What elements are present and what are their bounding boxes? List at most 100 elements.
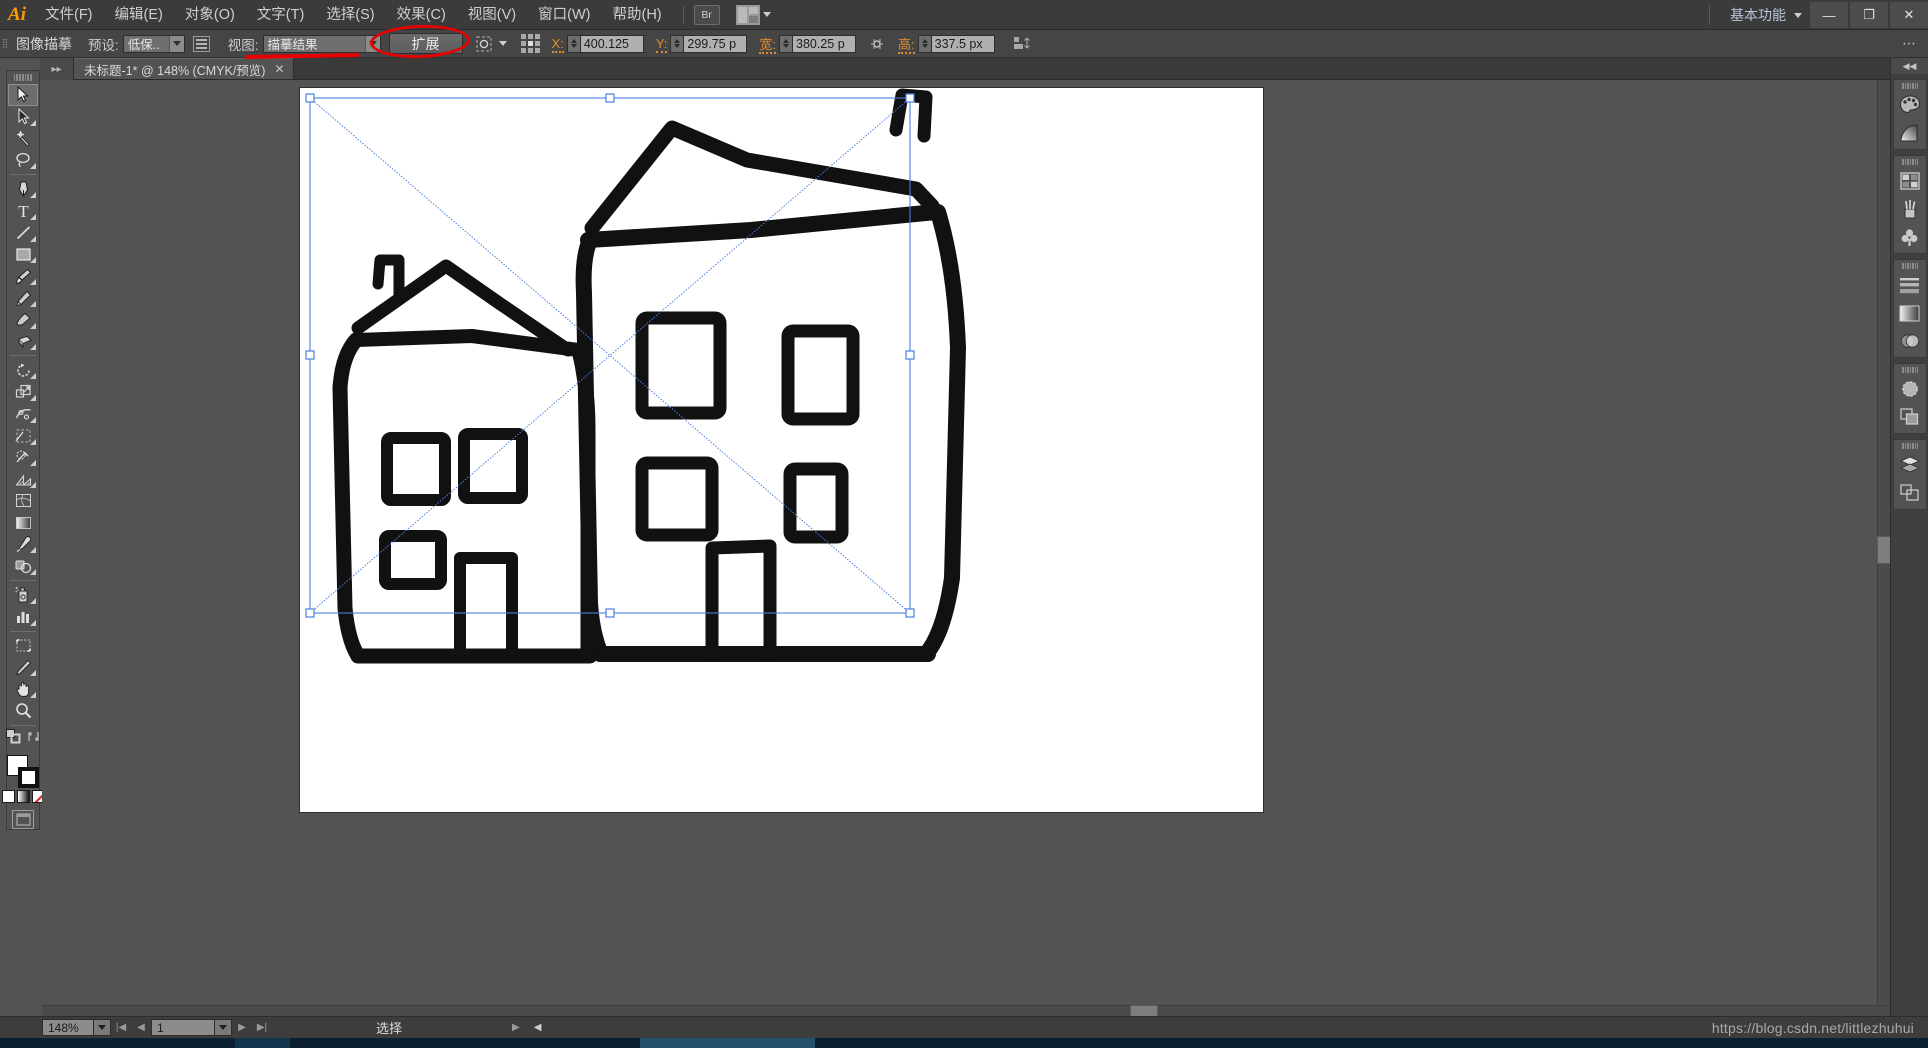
zoom-level-input[interactable]: 148%	[42, 1019, 94, 1036]
mesh-tool[interactable]	[8, 490, 38, 512]
next-artboard-button[interactable]: ▶	[232, 1019, 252, 1036]
status-menu-icon[interactable]: ▶	[512, 1022, 520, 1033]
direct-selection-tool[interactable]	[8, 106, 38, 128]
taskbar-item[interactable]	[640, 1038, 815, 1048]
swatches-panel-icon[interactable]	[1895, 167, 1925, 195]
swap-fill-stroke-icon[interactable]	[27, 730, 40, 748]
stroke-color-swatch[interactable]	[18, 766, 39, 788]
hand-tool[interactable]	[8, 678, 38, 700]
zoom-level-dropdown-icon[interactable]	[94, 1019, 111, 1036]
rectangle-tool[interactable]	[8, 244, 38, 266]
reference-point-selector[interactable]	[520, 34, 540, 53]
chevron-down-icon[interactable]	[498, 41, 507, 46]
menu-type[interactable]: 文字(T)	[246, 0, 316, 30]
panel-group-grip[interactable]	[1901, 263, 1918, 269]
menu-help[interactable]: 帮助(H)	[601, 0, 672, 30]
brushes-panel-icon[interactable]	[1895, 195, 1925, 223]
color-button[interactable]	[1, 790, 15, 804]
eyedropper-tool[interactable]	[8, 534, 38, 556]
appearance-panel-icon[interactable]	[1895, 375, 1925, 403]
graphic-styles-panel-icon[interactable]	[1895, 403, 1925, 431]
artboard[interactable]	[300, 88, 1263, 812]
bridge-icon[interactable]: Br	[693, 4, 720, 25]
gradient-button[interactable]	[16, 790, 30, 804]
y-input[interactable]: 299.75 p	[683, 34, 748, 53]
width-tool[interactable]	[8, 403, 38, 425]
close-icon[interactable]: ✕	[274, 62, 284, 76]
blend-tool[interactable]	[8, 555, 38, 577]
x-input[interactable]: 400.125	[579, 34, 644, 53]
width-stepper[interactable]	[779, 34, 793, 53]
magic-wand-tool[interactable]	[8, 128, 38, 150]
lasso-tool[interactable]	[8, 150, 38, 172]
default-fill-stroke-icon[interactable]	[6, 728, 21, 749]
image-trace-panel-button[interactable]	[192, 35, 210, 52]
menu-window[interactable]: 窗口(W)	[527, 0, 601, 30]
control-bar-grip[interactable]: ⣿	[0, 30, 10, 58]
artwork-houses[interactable]	[300, 88, 1263, 812]
artboards-panel-icon[interactable]	[1895, 479, 1925, 507]
artboard-tool[interactable]	[8, 635, 38, 657]
zoom-tool[interactable]	[8, 700, 38, 722]
pen-tool[interactable]	[8, 178, 38, 200]
preset-dropdown[interactable]: 低保..	[122, 34, 185, 53]
fill-stroke-indicator[interactable]	[7, 754, 39, 788]
view-dropdown[interactable]: 描摹结果	[262, 34, 381, 53]
type-tool[interactable]: T	[8, 200, 38, 222]
minimize-button[interactable]: —	[1810, 2, 1848, 28]
paintbrush-tool[interactable]	[8, 265, 38, 287]
line-segment-tool[interactable]	[8, 222, 38, 244]
y-stepper[interactable]	[670, 34, 684, 53]
document-tab[interactable]: 未标题-1* @ 148% (CMYK/预览) ✕	[74, 58, 294, 79]
color-guide-panel-icon[interactable]	[1895, 119, 1925, 147]
color-panel-icon[interactable]	[1895, 91, 1925, 119]
free-transform-tool[interactable]	[8, 425, 38, 447]
collapse-panels-icon[interactable]: ◀◀	[1890, 58, 1928, 74]
height-input[interactable]: 337.5 px	[930, 34, 995, 53]
align-icon[interactable]	[1013, 35, 1031, 53]
perspective-grid-tool[interactable]	[8, 468, 38, 490]
transparency-panel-icon[interactable]	[1895, 327, 1925, 355]
scale-tool[interactable]	[8, 381, 38, 403]
menu-file[interactable]: 文件(F)	[34, 0, 104, 30]
artboard-number-input[interactable]: 1	[151, 1019, 215, 1036]
x-stepper[interactable]	[566, 34, 580, 53]
artboard-dropdown-icon[interactable]	[215, 1019, 232, 1036]
restore-button[interactable]: ❐	[1850, 2, 1888, 28]
isolate-selected-object-icon[interactable]	[475, 35, 495, 53]
canvas-area[interactable]	[42, 80, 1890, 1004]
eraser-tool[interactable]	[8, 331, 38, 353]
tools-panel-grip[interactable]	[14, 74, 32, 81]
selection-tool[interactable]	[8, 84, 38, 106]
status-scroll-left-icon[interactable]: ◀	[534, 1022, 542, 1033]
panel-group-grip[interactable]	[1901, 443, 1918, 449]
close-button[interactable]: ✕	[1890, 2, 1928, 28]
expand-button[interactable]: 扩展	[388, 33, 463, 54]
taskbar-item[interactable]	[235, 1038, 290, 1048]
slice-tool[interactable]	[8, 656, 38, 678]
tab-bar-grip[interactable]: ▸▸	[40, 58, 74, 80]
workspace-switcher[interactable]: 基本功能	[1716, 5, 1808, 25]
panel-group-grip[interactable]	[1901, 367, 1918, 373]
blob-brush-tool[interactable]	[8, 309, 38, 331]
width-input[interactable]: 380.25 p	[792, 34, 857, 53]
constrain-proportions-icon[interactable]	[868, 35, 886, 53]
menu-edit[interactable]: 编辑(E)	[104, 0, 174, 30]
panel-group-grip[interactable]	[1901, 83, 1918, 89]
screen-mode-button[interactable]	[12, 810, 34, 829]
gradient-panel-icon[interactable]	[1895, 299, 1925, 327]
previous-artboard-button[interactable]: ◀	[131, 1019, 151, 1036]
shape-builder-tool[interactable]	[8, 447, 38, 469]
last-artboard-button[interactable]: ▶|	[252, 1019, 272, 1036]
gradient-tool[interactable]	[8, 512, 38, 534]
rotate-tool[interactable]	[8, 359, 38, 381]
menu-view[interactable]: 视图(V)	[457, 0, 527, 30]
column-graph-tool[interactable]	[8, 606, 38, 628]
arrange-documents-button[interactable]	[735, 4, 771, 25]
menu-effect[interactable]: 效果(C)	[386, 0, 457, 30]
menu-object[interactable]: 对象(O)	[174, 0, 246, 30]
pencil-tool[interactable]	[8, 287, 38, 309]
stroke-panel-icon[interactable]	[1895, 271, 1925, 299]
symbol-sprayer-tool[interactable]	[8, 584, 38, 606]
layers-panel-icon[interactable]	[1895, 451, 1925, 479]
